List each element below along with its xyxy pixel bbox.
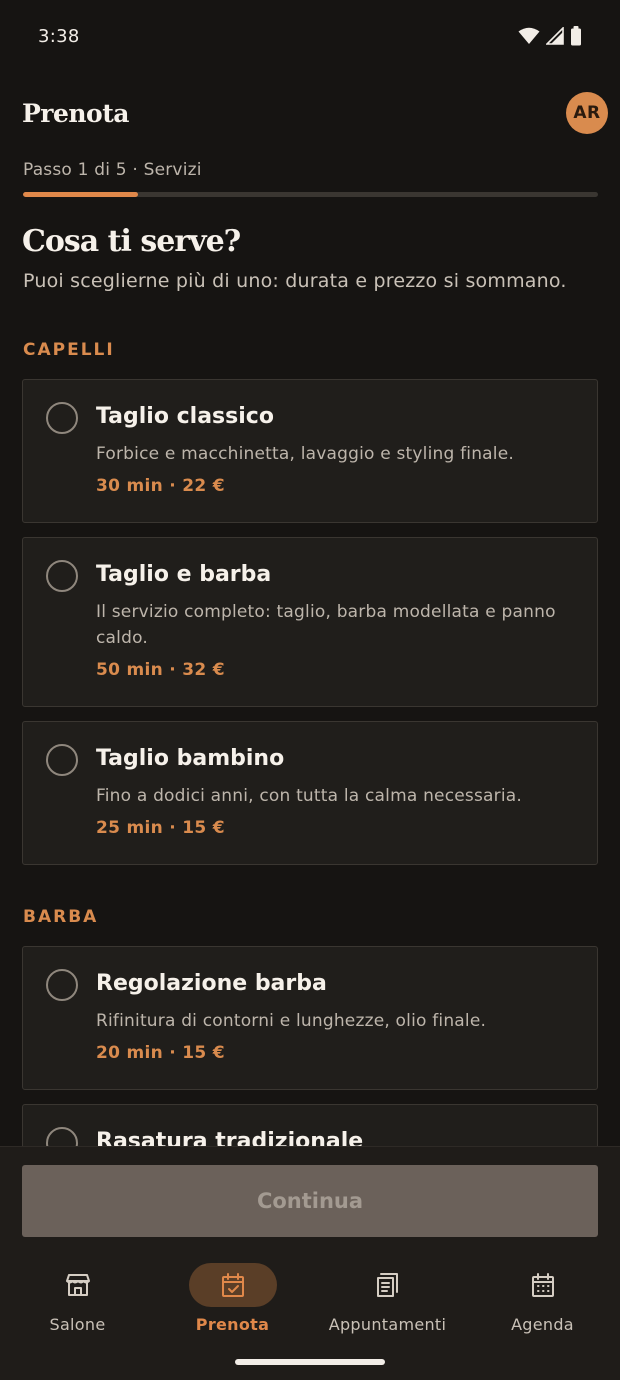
service-description: Il servizio completo: taglio, barba mode…	[96, 602, 556, 648]
service-duration-price: 50 min · 32 €	[96, 660, 225, 680]
service-checkbox[interactable]	[46, 969, 78, 1001]
calendar-check-icon	[221, 1273, 244, 1297]
service-duration-price: 25 min · 15 €	[96, 818, 225, 838]
page-title: Cosa ti serve?	[22, 224, 241, 259]
progress-bar	[23, 192, 598, 197]
nav-label: Salone	[49, 1315, 106, 1334]
service-card-taglio-e-barba[interactable]: Taglio e barba Il servizio completo: tag…	[22, 537, 598, 707]
service-description: Rifinitura di contorni e lunghezze, olio…	[96, 1011, 487, 1031]
nav-label: Prenota	[195, 1315, 270, 1334]
service-duration-price: 20 min · 15 €	[96, 1043, 225, 1063]
battery-icon	[571, 26, 581, 46]
nav-item-appuntamenti[interactable]: Appuntamenti	[310, 1263, 465, 1347]
page-subtitle: Puoi sceglierne più di uno: durata e pre…	[23, 270, 567, 292]
wifi-icon	[518, 27, 540, 44]
service-name: Taglio e barba	[96, 562, 272, 587]
service-description: Forbice e macchinetta, lavaggio e stylin…	[96, 444, 514, 464]
nav-label: Appuntamenti	[328, 1315, 447, 1334]
continue-button[interactable]: Continua	[22, 1165, 598, 1237]
bottom-panel: Continua Salone Prenota Appuntamenti Age…	[0, 1146, 620, 1380]
service-checkbox[interactable]	[46, 402, 78, 434]
service-name: Taglio classico	[96, 404, 274, 429]
avatar[interactable]: AR	[566, 92, 608, 134]
status-icons	[518, 26, 582, 46]
service-duration-price: 30 min · 22 €	[96, 476, 225, 496]
page-header-title: Prenota	[22, 98, 129, 128]
service-card-regolazione-barba[interactable]: Regolazione barba Rifinitura di contorni…	[22, 946, 598, 1090]
nav-label: Agenda	[511, 1315, 574, 1334]
service-checkbox[interactable]	[46, 560, 78, 592]
bottom-navigation: Salone Prenota Appuntamenti Agenda	[0, 1253, 620, 1353]
nav-item-prenota[interactable]: Prenota	[155, 1263, 310, 1347]
section-label-capelli: CAPELLI	[23, 340, 115, 360]
home-indicator	[235, 1359, 385, 1365]
services-list[interactable]: Cosa ti serve? Puoi sceglierne più di un…	[0, 200, 620, 1146]
cell-signal-icon	[546, 27, 564, 45]
app-header: Prenota AR	[22, 88, 608, 138]
service-checkbox[interactable]	[46, 744, 78, 776]
service-card-taglio-classico[interactable]: Taglio classico Forbice e macchinetta, l…	[22, 379, 598, 523]
avatar-initials: AR	[573, 103, 601, 123]
service-card-rasatura-tradizionale[interactable]: Rasatura tradizionale	[22, 1104, 598, 1146]
status-time: 3:38	[38, 25, 80, 47]
service-checkbox[interactable]	[46, 1127, 78, 1146]
service-description: Fino a dodici anni, con tutta la calma n…	[96, 786, 522, 806]
section-label-barba: BARBA	[23, 907, 99, 927]
nav-item-agenda[interactable]: Agenda	[465, 1263, 620, 1347]
calendar-grid-icon	[531, 1273, 554, 1297]
service-name: Rasatura tradizionale	[96, 1129, 364, 1146]
service-card-taglio-bambino[interactable]: Taglio bambino Fino a dodici anni, con t…	[22, 721, 598, 865]
service-name: Taglio bambino	[96, 746, 285, 771]
service-name: Regolazione barba	[96, 971, 327, 996]
storefront-icon	[65, 1274, 90, 1296]
progress-fill	[23, 192, 138, 197]
status-bar: 3:38	[0, 0, 620, 72]
nav-item-salone[interactable]: Salone	[0, 1263, 155, 1347]
receipt-icon	[376, 1273, 398, 1297]
step-label: Passo 1 di 5 · Servizi	[23, 160, 202, 180]
